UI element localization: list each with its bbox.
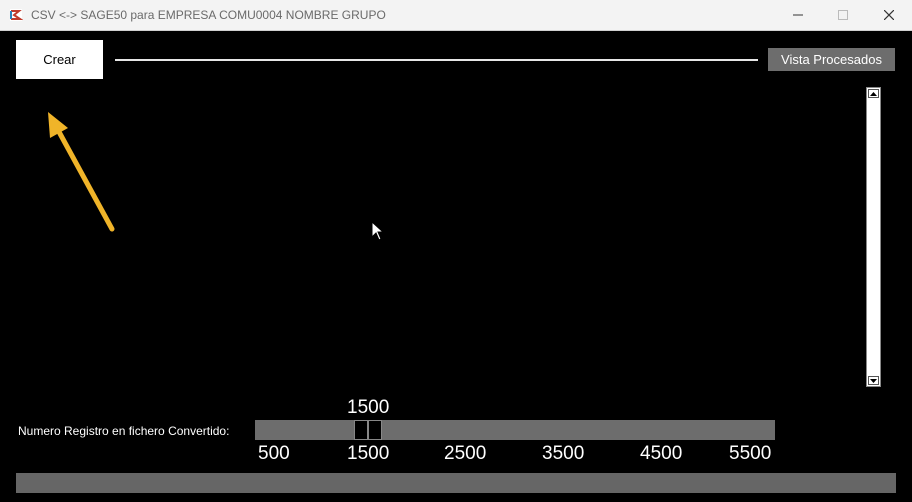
maximize-icon bbox=[838, 10, 848, 20]
close-icon bbox=[884, 10, 894, 20]
mouse-cursor-icon bbox=[371, 221, 385, 241]
slider-label: Numero Registro en fichero Convertido: bbox=[18, 424, 230, 438]
vertical-scrollbar[interactable] bbox=[866, 87, 881, 387]
arrow-down-icon bbox=[870, 378, 877, 383]
minimize-icon bbox=[793, 14, 803, 16]
slider-tick-label: 2500 bbox=[444, 443, 487, 464]
progress-bar bbox=[16, 473, 896, 493]
maximize-button[interactable] bbox=[820, 0, 866, 30]
slider-trough[interactable] bbox=[255, 420, 775, 440]
scroll-up-button[interactable] bbox=[868, 89, 879, 98]
annotation-arrow-icon bbox=[48, 112, 115, 232]
crear-button[interactable]: Crear bbox=[16, 40, 103, 79]
slider-value: 1500 bbox=[347, 397, 390, 418]
slider-tick-label: 1500 bbox=[347, 443, 390, 464]
vista-procesados-button[interactable]: Vista Procesados bbox=[768, 48, 895, 71]
window-title: CSV <-> SAGE50 para EMPRESA COMU0004 NOM… bbox=[31, 8, 386, 22]
close-button[interactable] bbox=[866, 0, 912, 30]
slider-tick-label: 5500 bbox=[729, 443, 772, 464]
slider-tick-label: 3500 bbox=[542, 443, 585, 464]
arrow-up-icon bbox=[870, 91, 877, 96]
slider-tick-label: 4500 bbox=[640, 443, 683, 464]
scroll-down-button[interactable] bbox=[868, 376, 879, 385]
slider-tick-label: 500 bbox=[258, 443, 290, 464]
title-bar: CSV <-> SAGE50 para EMPRESA COMU0004 NOM… bbox=[0, 0, 912, 31]
app-logo-icon bbox=[10, 9, 23, 21]
minimize-button[interactable] bbox=[775, 0, 821, 30]
separator-line bbox=[115, 59, 758, 61]
slider-handle[interactable] bbox=[354, 420, 382, 440]
